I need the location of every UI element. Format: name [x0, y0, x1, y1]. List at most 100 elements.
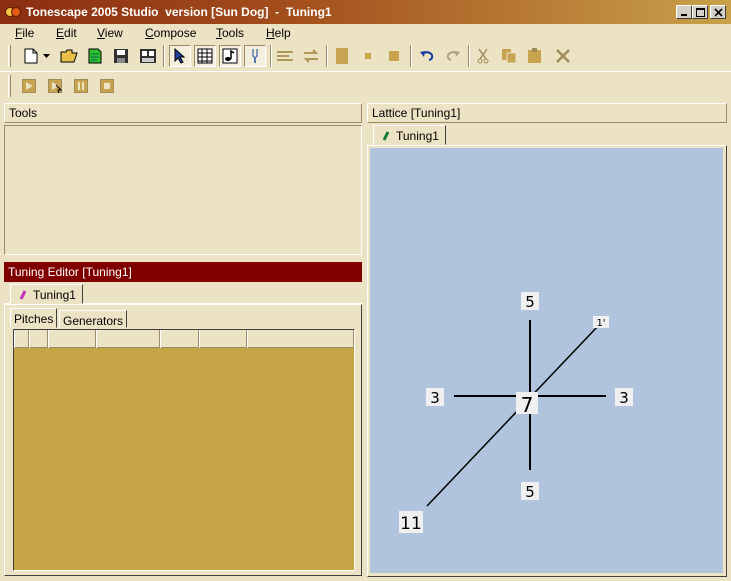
minimize-icon [681, 14, 687, 16]
svg-text:3: 3 [430, 389, 440, 407]
tab-label: Tuning1 [33, 288, 76, 302]
copy-button[interactable] [498, 45, 520, 67]
note-icon [222, 48, 238, 64]
grid-column-header[interactable] [14, 330, 29, 348]
delete-button[interactable] [552, 45, 574, 67]
play-button[interactable] [18, 75, 40, 97]
tab-generators-label: Generators [63, 314, 124, 328]
align-icon [277, 51, 293, 61]
menu-compose[interactable]: Compose [145, 26, 196, 40]
tab-lattice-tuning1[interactable]: Tuning1 [373, 125, 446, 145]
minimize-button[interactable] [676, 5, 692, 19]
undo-button[interactable] [416, 45, 438, 67]
pitches-grid[interactable] [13, 329, 355, 571]
cut-button[interactable] [472, 45, 494, 67]
menu-tools[interactable]: Tools [216, 26, 244, 40]
grid-tool-button[interactable] [194, 45, 216, 67]
delete-icon [556, 49, 570, 63]
svg-text:11: 11 [400, 514, 422, 534]
open-button[interactable] [58, 45, 80, 67]
menu-help[interactable]: Help [266, 26, 291, 40]
paste-icon [528, 48, 541, 63]
redo-icon [446, 51, 460, 61]
playback-toolbar [0, 71, 731, 99]
grid-column-header[interactable] [247, 330, 354, 348]
grid-column-header[interactable] [199, 330, 247, 348]
square-button[interactable] [383, 45, 405, 67]
block-button[interactable] [331, 45, 353, 67]
maximize-button[interactable] [692, 5, 708, 19]
small-square-button[interactable] [357, 45, 379, 67]
tab-pitches[interactable]: Pitches [10, 308, 58, 328]
lattice-panel-header: Lattice [Tuning1] [367, 103, 727, 123]
grid-column-header[interactable] [29, 330, 48, 348]
lattice-node-left[interactable]: 3 [426, 388, 444, 407]
new-dropdown-button[interactable] [40, 45, 52, 67]
paste-button[interactable] [524, 45, 546, 67]
app-icon [5, 7, 21, 17]
lattice-canvas[interactable]: 5 1' 3 3 7 5 11 [370, 148, 723, 573]
align-button[interactable] [274, 45, 296, 67]
tab-generators[interactable]: Generators [59, 310, 128, 328]
pause-icon [74, 79, 88, 93]
play-selection-button[interactable] [44, 75, 66, 97]
grid-icon [197, 48, 213, 64]
stop-button[interactable] [96, 75, 118, 97]
window-title: Tonescape 2005 Studio version [Sun Dog] … [26, 5, 332, 19]
cut-icon [477, 48, 489, 64]
small-square-icon [365, 53, 371, 59]
grid-column-header[interactable] [160, 330, 199, 348]
tab-tuning1[interactable]: Tuning1 [10, 284, 83, 304]
lattice-edge-diagonal [426, 324, 600, 507]
save-all-button[interactable] [137, 45, 159, 67]
save-button[interactable] [110, 45, 132, 67]
menu-edit[interactable]: Edit [56, 26, 77, 40]
dropdown-arrow-icon [42, 54, 50, 58]
play-select-icon [48, 79, 62, 93]
lattice-document-icon [382, 131, 390, 141]
grid-header [14, 330, 354, 348]
lattice-node-lower-left[interactable]: 11 [399, 511, 423, 534]
grid-column-header[interactable] [96, 330, 160, 348]
lattice-graph[interactable]: 5 1' 3 3 7 5 11 [370, 148, 723, 573]
menu-file[interactable]: File [15, 26, 34, 40]
main-toolbar [0, 42, 731, 70]
undo-icon [420, 51, 434, 61]
menu-bar: File Edit View Compose Tools Help [0, 24, 731, 42]
close-button[interactable] [710, 5, 726, 19]
menu-view[interactable]: View [97, 26, 123, 40]
tuning-tool-button[interactable] [244, 45, 266, 67]
lattice-panel-title: Lattice [Tuning1] [372, 106, 461, 120]
tuning-document-icon [19, 290, 27, 300]
svg-text:5: 5 [525, 483, 535, 501]
save-all-icon [140, 49, 156, 63]
lattice-node-upper-right[interactable]: 1' [593, 316, 609, 329]
tab-label: Tuning1 [396, 129, 439, 143]
lattice-node-bottom[interactable]: 5 [521, 482, 539, 501]
lattice-node-center[interactable]: 7 [516, 392, 538, 417]
new-icon [24, 48, 38, 64]
tools-panel-title: Tools [9, 106, 38, 120]
open-green-button[interactable] [84, 45, 106, 67]
block-icon [336, 48, 348, 64]
loop-button[interactable] [300, 45, 322, 67]
redo-button[interactable] [442, 45, 464, 67]
new-button[interactable] [20, 45, 42, 67]
title-bar[interactable]: Tonescape 2005 Studio version [Sun Dog] … [0, 0, 731, 24]
grid-column-header[interactable] [48, 330, 96, 348]
toolbar-grip[interactable] [8, 45, 11, 67]
select-tool-button[interactable] [169, 45, 191, 67]
tuning-fork-icon [252, 49, 258, 63]
square-icon [389, 51, 399, 61]
tuning-editor-header: Tuning Editor [Tuning1] [4, 262, 362, 282]
note-tool-button[interactable] [219, 45, 241, 67]
toolbar-grip[interactable] [8, 75, 11, 97]
lattice-node-right[interactable]: 3 [615, 388, 633, 407]
maximize-icon [695, 7, 705, 17]
lattice-view: 5 1' 3 3 7 5 11 [367, 145, 727, 577]
pause-button[interactable] [70, 75, 92, 97]
open-green-icon [88, 48, 102, 64]
svg-text:7: 7 [521, 393, 534, 417]
lattice-node-top[interactable]: 5 [521, 292, 539, 311]
loop-icon [303, 49, 319, 63]
